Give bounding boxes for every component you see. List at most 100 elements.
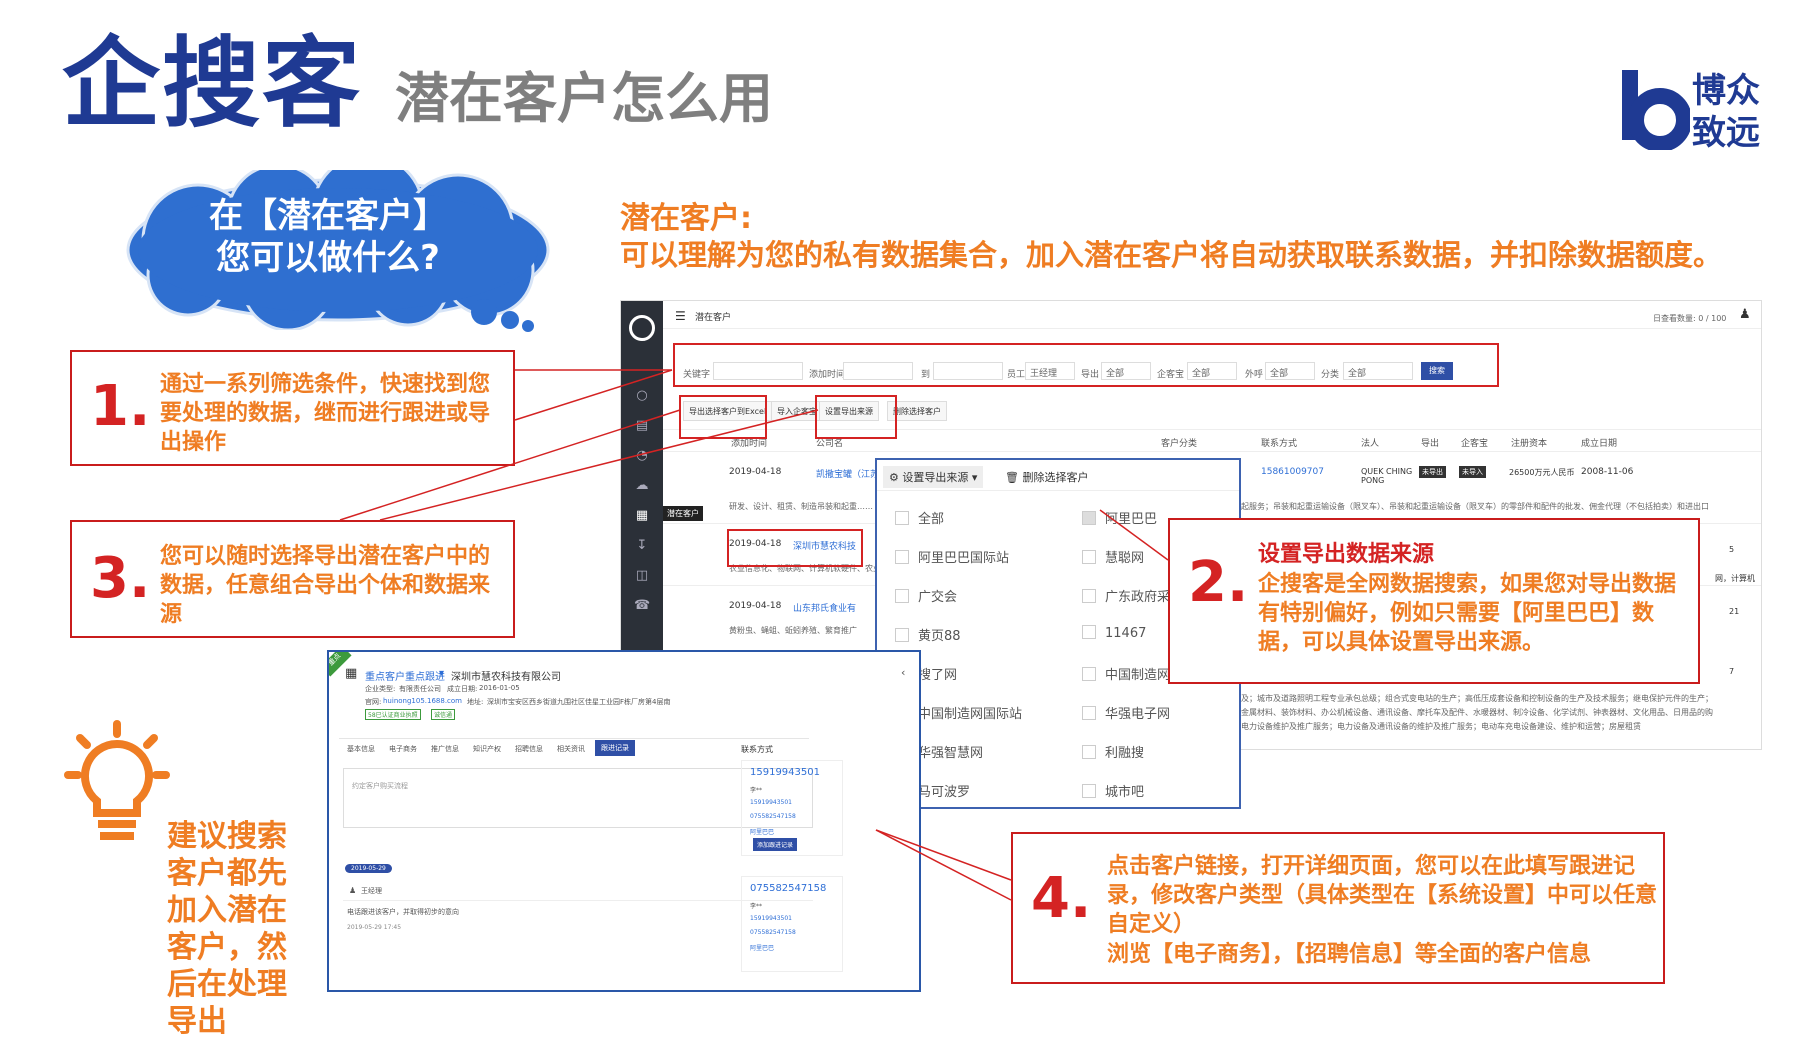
card2-phone1[interactable]: 15919943501	[750, 915, 792, 922]
callout-2-number: 2.	[1188, 550, 1249, 615]
row1-desc: 研发、设计、租赁、制造吊装和起重……	[729, 502, 873, 511]
quota-text: 日查看数量: 0 / 100	[1653, 314, 1727, 323]
row3-desc: 黄粉虫、蝇蛆、蚯蚓养殖、繁育推广	[729, 626, 857, 635]
card1-phone1[interactable]: 15919943501	[750, 799, 792, 806]
close-icon[interactable]: ‹	[901, 666, 905, 679]
callout-3-text: 您可以随时选择导出潜在客户中的数据，任意组合导出个体和数据来源	[160, 544, 491, 627]
company-link-highlight	[727, 529, 863, 567]
site-link[interactable]: huinong105.1688.com	[383, 697, 462, 705]
source-option-alibaba-intl[interactable]: 阿里巴巴国际站	[895, 547, 1009, 566]
contact-title: 联系方式	[741, 745, 773, 754]
tab-news[interactable]: 相关资讯	[557, 744, 585, 754]
menu-icon[interactable]: ☰	[675, 309, 686, 323]
headline-title: 潜在客户:	[620, 201, 752, 236]
callout-2: 2. 设置导出数据来源 企搜客是全网数据搜索，如果您对导出数据有特别偏好，例如只…	[1168, 518, 1700, 684]
cloud-text: 在【潜在客户】 您可以做什么?	[168, 195, 488, 279]
card1-head[interactable]: 15919943501	[750, 767, 820, 778]
date-label: 成立日期:	[447, 685, 478, 693]
right-frag-3: 21	[1729, 607, 1740, 616]
tab-ip[interactable]: 知识产权	[473, 744, 501, 754]
sidebar-tooltip: 潜在客户	[663, 506, 703, 521]
tab-jobs[interactable]: 招聘信息	[515, 744, 543, 754]
filter-highlight	[673, 343, 1499, 387]
brand-name: 博众 致远	[1692, 70, 1782, 154]
row1-capital: 26500万元人民币	[1509, 468, 1575, 477]
cloud-line-1: 在【潜在客户】	[209, 196, 447, 236]
app-page-title: 潜在客户	[695, 313, 732, 323]
col-export: 导出	[1421, 439, 1440, 449]
callout-4-number: 4.	[1031, 866, 1092, 931]
scope-text-3: 金属材料、装饰材料、办公机械设备、通讯设备、摩托车及配件、水暖器材、制冷设备、化…	[1241, 708, 1713, 717]
card1-source[interactable]: 阿里巴巴	[750, 827, 774, 836]
tip-text-body: 建议搜索客户都先加入潜在客户，然后在处理导出	[167, 819, 287, 1039]
right-frag-1: 5	[1729, 545, 1735, 554]
textarea-placeholder: 约定客户购买流程	[352, 782, 408, 790]
col-capital: 注册资本	[1511, 439, 1548, 449]
tag-chengxin: 诚信通	[431, 709, 456, 720]
download-icon[interactable]: ↧	[634, 539, 650, 553]
col-category: 客户分类	[1161, 439, 1198, 449]
col-legal: 法人	[1361, 439, 1380, 449]
row3-date: 2019-04-18	[729, 601, 782, 611]
trash-icon[interactable]: ◫	[634, 569, 650, 583]
row1-legal: QUEK CHING PONG	[1361, 467, 1413, 485]
record-user: 王经理	[361, 887, 382, 895]
source-option-canton-fair[interactable]: 广交会	[895, 586, 957, 605]
tab-ecommerce[interactable]: 电子商务	[389, 744, 417, 754]
card1-phone2[interactable]: 075582547158	[750, 813, 796, 820]
database-icon[interactable]: ▤	[634, 419, 650, 433]
site-label: 官网:	[365, 698, 382, 706]
row3-company-link[interactable]: 山东邦氏食业有	[793, 601, 856, 614]
source-option-mic[interactable]: 中国制造网	[1082, 664, 1170, 683]
addr-label: 地址:	[467, 698, 484, 706]
source-option-all[interactable]: 全部	[895, 508, 944, 527]
callout-1-text: 通过一系列筛选条件，快速找到您要处理的数据，继而进行跟进或导出操作	[160, 372, 491, 455]
tab-basic[interactable]: 基本信息	[347, 744, 375, 754]
follow-type-chevron-icon[interactable]: ▾	[439, 668, 444, 679]
date-value: 2016-01-05	[479, 684, 520, 692]
scope-text-4: 电力设备维护及推广服务；电力设备及通讯设备的维护及推广服务；电动车充电设备建设、…	[1241, 722, 1641, 731]
follow-type-select[interactable]: 重点客户重点跟进	[365, 668, 445, 683]
row1-phone[interactable]: 15861009707	[1261, 467, 1324, 477]
dd-set-source-button[interactable]: ⚙ 设置导出来源 ▾	[883, 466, 984, 488]
tab-promotion[interactable]: 推广信息	[431, 744, 459, 754]
callout-2-text: 企搜客是全网数据搜索，如果您对导出数据有特别偏好，例如只需要【阿里巴巴】数据，可…	[1258, 572, 1677, 655]
source-option-hc360[interactable]: 慧聪网	[1082, 547, 1144, 566]
record-time: 2019-05-29 17:45	[347, 924, 402, 931]
contact-card-2: 075582547158 李** 15919943501 07558254715…	[741, 876, 843, 972]
headline-body: 可以理解为您的私有数据集合，加入潜在客户将自动获取联系数据，并扣除数据额度。	[620, 238, 1723, 272]
card1-name: 李**	[750, 787, 763, 794]
user-icon[interactable]: ♟	[1739, 307, 1751, 322]
card2-source[interactable]: 阿里巴巴	[750, 943, 774, 952]
page-title: 企搜客	[62, 27, 363, 141]
source-option-11467[interactable]: 11467	[1082, 625, 1146, 641]
source-option-huangye88[interactable]: 黄页88	[895, 625, 961, 644]
phone-icon[interactable]: ☎	[634, 599, 650, 613]
right-frag-2: 网，计算机	[1715, 574, 1755, 583]
callout-3: 3. 您可以随时选择导出潜在客户中的数据，任意组合导出个体和数据来源	[70, 520, 515, 638]
card2-phone2[interactable]: 075582547158	[750, 929, 796, 936]
tab-follow-records[interactable]: 跟进记录	[595, 740, 635, 756]
search-icon[interactable]: ○	[634, 389, 650, 403]
source-option-chengshiba[interactable]: 城市吧	[1082, 781, 1144, 800]
card2-head[interactable]: 075582547158	[750, 883, 826, 894]
source-option-lirong[interactable]: 利融搜	[1082, 742, 1144, 761]
chart-icon[interactable]: ◔	[634, 449, 650, 463]
callout-4-text: 点击客户链接，打开详细页面，您可以在此填写跟进记录，修改客户类型（具体类型在【系…	[1107, 854, 1658, 937]
source-option-alibaba[interactable]: 阿里巴巴	[1082, 508, 1157, 527]
dd-delete-button[interactable]: 🗑 删除选择客户	[999, 466, 1094, 488]
col-contact: 联系方式	[1261, 439, 1298, 449]
scope-text-1: 起服务；吊装和起重运输设备（限叉车）、吊装和起重运输设备（限叉车）的零部件和配件…	[1241, 502, 1709, 511]
type-label: 企业类型:	[365, 685, 396, 693]
source-option-hqew[interactable]: 华强电子网	[1082, 703, 1170, 722]
building-icon[interactable]: ▦	[634, 509, 650, 523]
right-frag-4: 7	[1729, 667, 1735, 676]
row1-qkb-badge: 未导入	[1459, 466, 1486, 478]
dd-delete-label: 删除选择客户	[1022, 471, 1089, 484]
row1-company-link[interactable]: 凯撒宝罐（江苏	[816, 467, 879, 480]
row1-export-badge: 未导出	[1419, 466, 1446, 478]
app-header: ☰ 潜在客户 日查看数量: 0 / 100 ♟	[663, 301, 1761, 329]
brand-line-2: 致远	[1692, 113, 1760, 153]
cloud-icon[interactable]: ☁	[634, 479, 650, 493]
row1-date: 2019-04-18	[729, 467, 782, 477]
